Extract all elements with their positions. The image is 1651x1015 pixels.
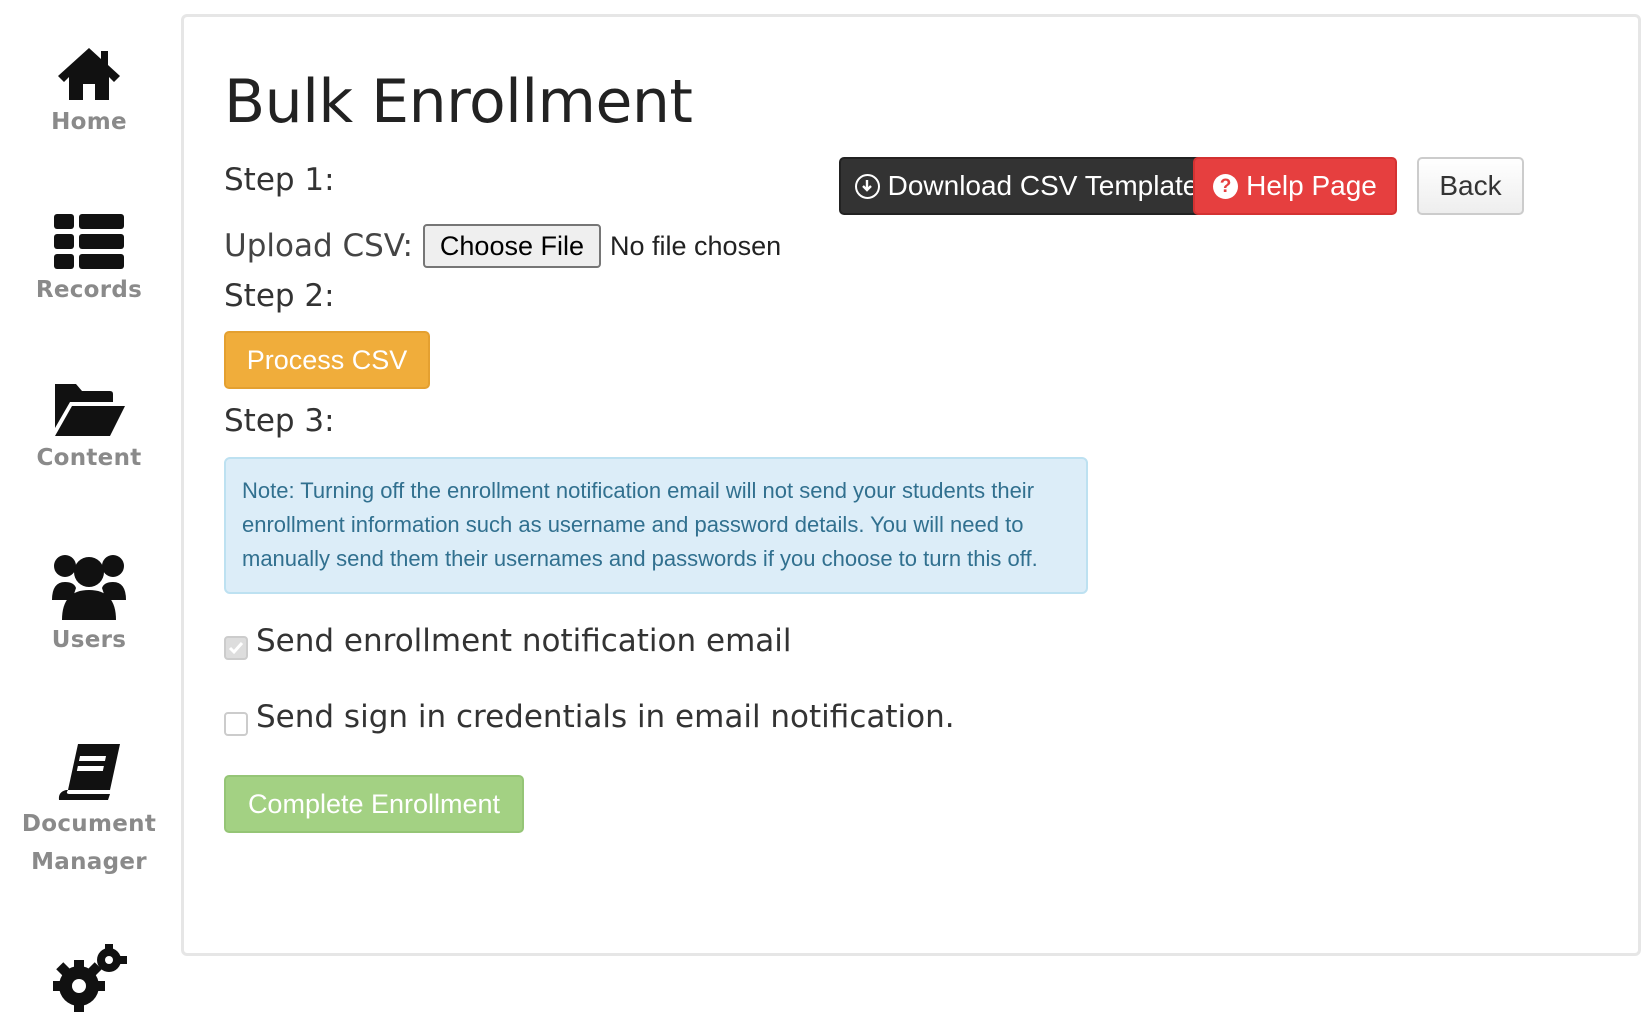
back-label: Back [1439,170,1502,201]
send-credentials-label: Send sign in credentials in email notifi… [256,699,955,735]
list-icon [54,214,124,269]
sidebar-item-label: Home [51,109,127,135]
sidebar-item-home[interactable]: Home [0,46,178,142]
process-csv-label: Process CSV [246,344,408,375]
back-button[interactable]: Back [1417,157,1524,215]
send-credentials-option[interactable]: Send sign in credentials in email notifi… [224,697,955,737]
sidebar-item-document-manager[interactable]: Document Manager [0,742,178,880]
send-notification-label: Send enrollment notification email [256,623,792,659]
main-panel: Bulk Enrollment Step 1: Upload CSV: Choo… [181,14,1641,956]
process-csv-button[interactable]: Process CSV [224,331,430,389]
folder-open-icon [55,384,125,436]
send-credentials-checkbox[interactable] [224,712,248,736]
users-icon [52,555,126,620]
help-page-label: Help Page [1246,170,1377,201]
sidebar-item-label: Users [51,627,127,653]
download-circle-icon [854,173,880,199]
checkmark-icon [228,642,244,655]
sidebar-item-label: Records [35,277,143,303]
sidebar-item-users[interactable]: Users [0,550,178,660]
page-title: Bulk Enrollment [224,67,693,137]
question-circle-icon: ? [1213,173,1239,199]
upload-csv-row: Upload CSV: Choose File No file chosen [224,223,781,269]
complete-enrollment-label: Complete Enrollment [247,788,501,819]
sidebar-item-records[interactable]: Records [0,214,178,310]
sidebar-item-label-line2: Manager [31,849,147,875]
home-icon [58,48,120,100]
sidebar-item-label: Content [36,445,142,471]
sidebar-item-label: Document [21,811,157,837]
send-notification-checkbox[interactable] [224,636,248,660]
sidebar-item-content[interactable]: Content [0,382,178,478]
gears-icon [53,944,127,1012]
step-1-label: Step 1: [224,162,335,198]
send-notification-option[interactable]: Send enrollment notification email [224,621,792,661]
download-csv-template-button[interactable]: Download CSV Template [839,157,1214,215]
enrollment-note-alert: Note: Turning off the enrollment notific… [224,457,1088,594]
download-csv-template-label: Download CSV Template [887,170,1199,201]
file-status-text: No file chosen [610,230,782,261]
step-2-label: Step 2: [224,278,335,314]
book-icon [58,744,120,800]
choose-file-button[interactable]: Choose File [422,224,601,268]
sidebar-item-settings[interactable] [0,944,178,1015]
sidebar-nav: Home Records Content Users Document Mana… [0,0,178,1015]
complete-enrollment-button[interactable]: Complete Enrollment [224,775,524,833]
upload-csv-label: Upload CSV: [224,228,413,264]
step-3-label: Step 3: [224,403,335,439]
help-page-button[interactable]: ? Help Page [1193,157,1397,215]
